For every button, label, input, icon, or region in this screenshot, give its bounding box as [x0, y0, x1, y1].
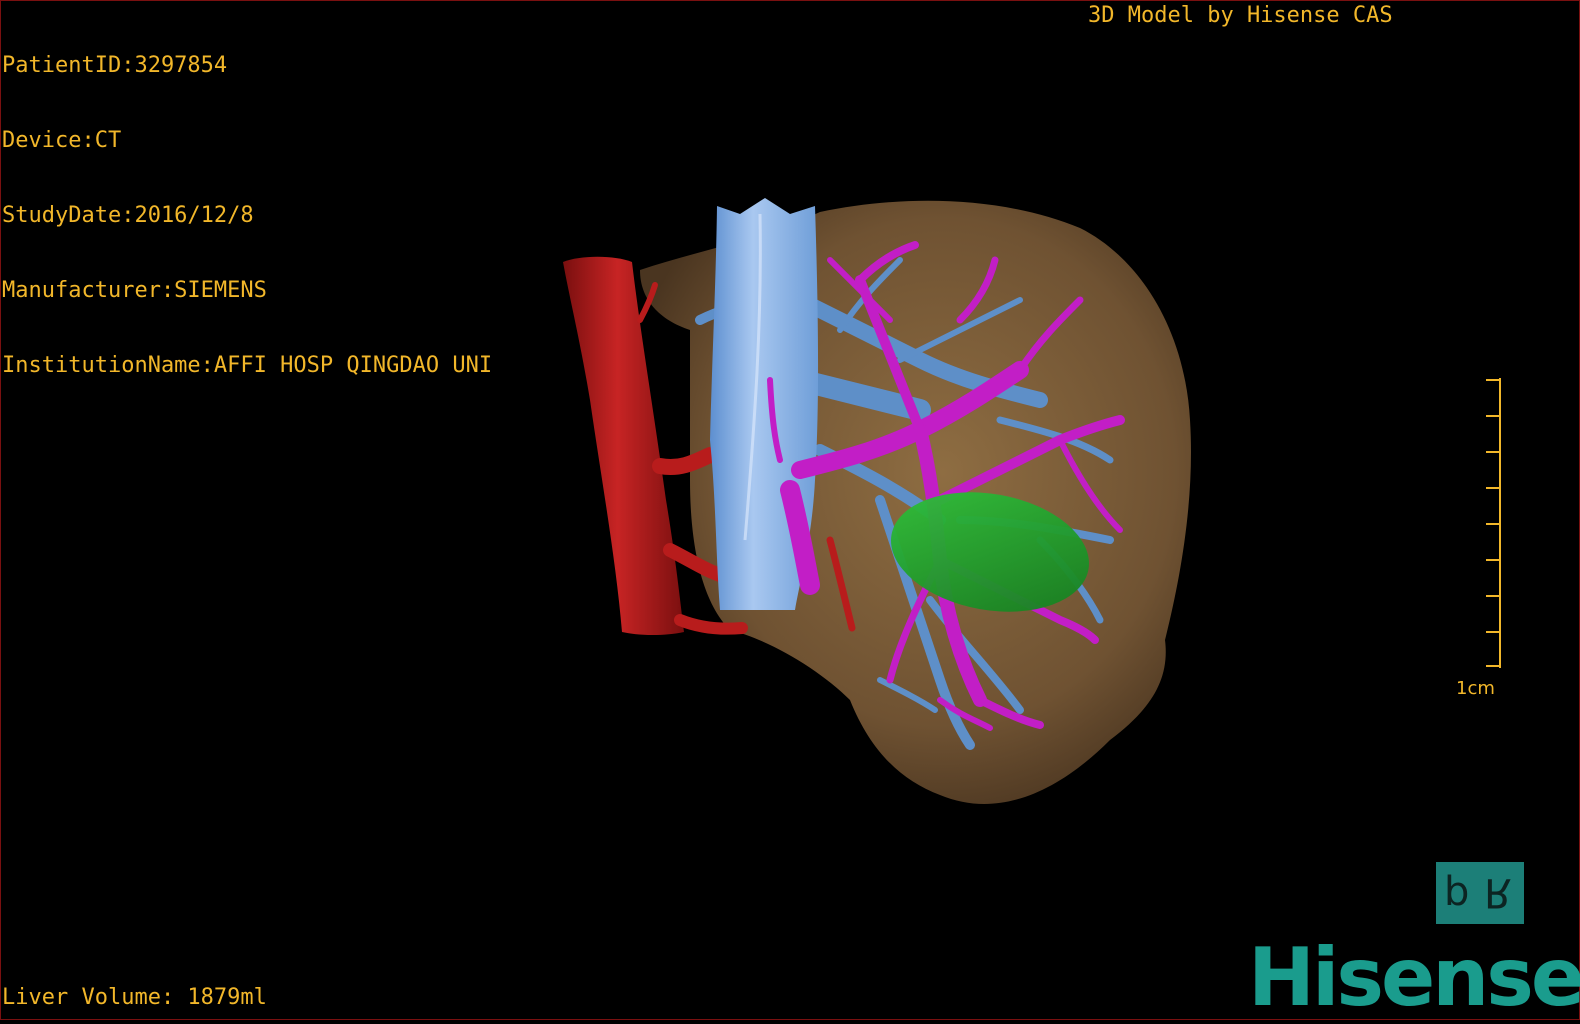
scale-bar: [1486, 378, 1501, 668]
model-credit: 3D Model by Hisense CAS: [1088, 3, 1393, 28]
manufacturer-line: Manufacturer:SIEMENS: [2, 278, 267, 303]
device-line: Device:CT: [2, 128, 122, 153]
study-date-line: StudyDate:2016/12/8: [2, 203, 254, 228]
liver-volume-readout: Liver Volume: 1879ml: [2, 985, 267, 1010]
institution-line: InstitutionName:AFFI HOSP QINGDAO UNI: [2, 353, 493, 378]
patient-id-line: PatientID:3297854: [2, 53, 228, 78]
dicom-info-panel: PatientID:3297854 Device:CT StudyDate:20…: [2, 3, 492, 403]
aorta-branch: [652, 447, 718, 475]
scale-bar-label: 1cm: [1456, 678, 1495, 699]
badge-letter-r: R: [1484, 869, 1512, 915]
badge-letter-d: d: [1444, 869, 1470, 915]
view-orientation-icon[interactable]: d R: [1436, 862, 1524, 924]
hisense-logo: Hisense: [1248, 931, 1580, 1024]
